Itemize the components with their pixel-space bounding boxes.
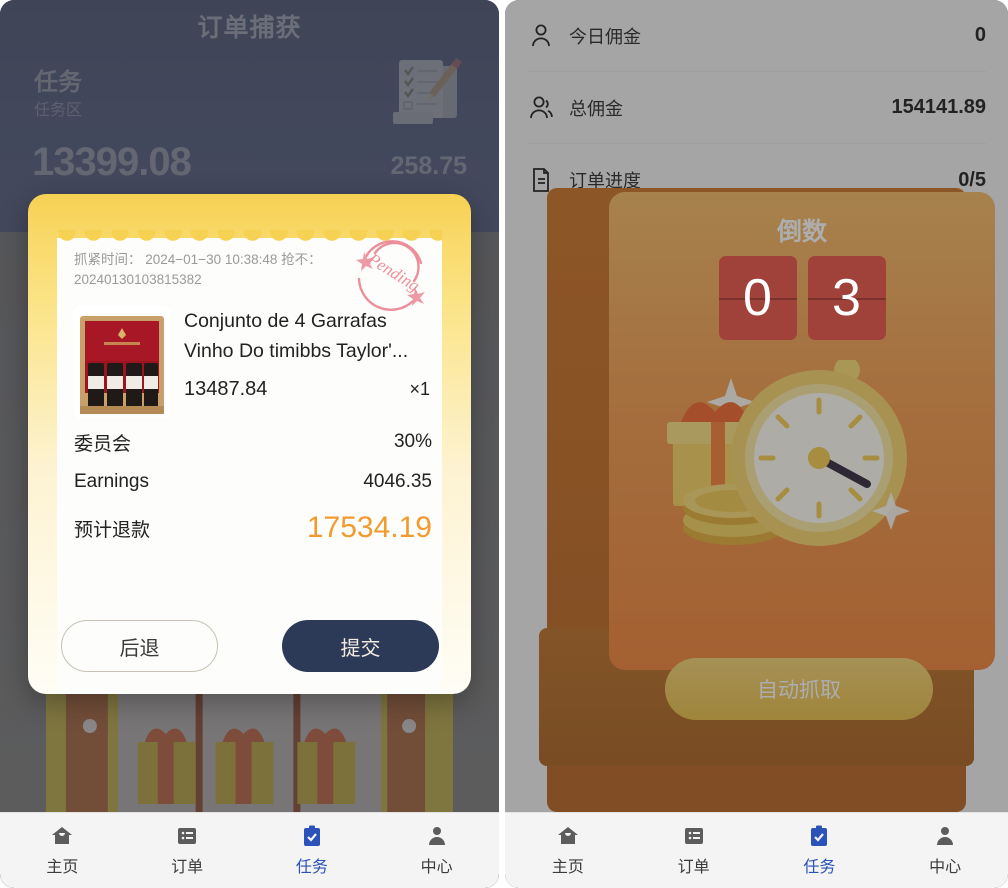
submit-button[interactable]: 提交 — [282, 620, 439, 672]
countdown-digit-2-value: 3 — [832, 269, 861, 327]
nav-item-orders[interactable]: 订单 — [125, 813, 250, 888]
user-icon — [933, 824, 957, 848]
commission-label: 委员会 — [74, 433, 132, 455]
stat-value-today-commission: 0 — [974, 24, 986, 46]
nav-item-tasks[interactable]: 任务 — [250, 813, 375, 888]
stat-label-today-commission: 今日佣金 — [569, 26, 641, 47]
list-icon — [682, 824, 706, 848]
product-name: Conjunto de 4 Garrafas Vinho Do timibbs … — [184, 310, 409, 362]
auto-grab-button[interactable]: 自动抓取 — [665, 658, 933, 720]
stopwatch-gift-coins-icon — [659, 357, 949, 560]
stat-value-total-commission: 154141.89 — [891, 96, 986, 118]
nav-item-center-right[interactable]: 中心 — [882, 813, 1008, 888]
nav-item-home[interactable]: 主页 — [0, 813, 125, 888]
countdown-title: 倒数 — [776, 218, 827, 246]
bottom-nav-left: 主页 订单 任务 中心 — [0, 812, 499, 888]
nav-item-home-right[interactable]: 主页 — [505, 813, 631, 888]
countdown-digit-1-value: 0 — [743, 269, 772, 327]
countdown-digit-2: 3 — [807, 256, 886, 340]
summary-row-commission: 委员会 30% — [74, 422, 432, 462]
clipboard-check-icon — [807, 824, 831, 848]
bottom-nav-right: 主页 订单 任务 中心 — [505, 812, 1008, 888]
product-price: 13487.84 — [184, 378, 268, 400]
nav-label-orders-right: 订单 — [677, 859, 710, 876]
countdown-card: 倒数 0 3 — [609, 192, 995, 670]
refund-label: 预计退款 — [74, 519, 151, 541]
earnings-value: 4046.35 — [363, 471, 432, 492]
nav-label-tasks-right: 任务 — [803, 859, 836, 876]
left-phone-panel: 订单捕获 任务 任务区 13399.08 258.75 — [0, 0, 499, 888]
svg-text:Pending: Pending — [364, 249, 423, 296]
nav-item-tasks-right[interactable]: 任务 — [757, 813, 883, 888]
list-icon — [175, 824, 199, 848]
refund-value: 17534.19 — [306, 511, 432, 544]
countdown-digits: 0 3 — [609, 256, 995, 340]
product-quantity: ×1 — [409, 379, 430, 399]
people-icon — [527, 94, 555, 122]
summary-row-earnings: Earnings 4046.35 — [74, 462, 432, 502]
summary-rows: 委员会 30% Earnings 4046.35 预计退款 17534.19 — [74, 422, 432, 554]
person-icon — [527, 22, 555, 50]
nav-label-center-right: 中心 — [929, 859, 962, 876]
home-icon — [50, 824, 74, 848]
app-screenshot: 订单捕获 任务 任务区 13399.08 258.75 — [0, 0, 1008, 888]
summary-row-refund: 预计退款 17534.19 — [74, 502, 432, 554]
countdown-digit-1: 0 — [718, 256, 797, 340]
user-icon — [425, 824, 449, 848]
stat-label-total-commission: 总佣金 — [569, 98, 623, 119]
back-button[interactable]: 后退 — [61, 620, 218, 672]
stats-list: 今日佣金 0 总佣金 154141.89 订单进度 0/5 — [527, 0, 986, 216]
treasure-chest-right: 倒数 0 3 自动抓取 — [539, 188, 995, 812]
stat-row-total-commission[interactable]: 总佣金 154141.89 — [527, 72, 986, 144]
nav-label-orders: 订单 — [171, 859, 204, 876]
nav-item-orders-right[interactable]: 订单 — [631, 813, 757, 888]
commission-value: 30% — [393, 431, 432, 452]
home-icon — [556, 824, 580, 848]
product-block: Conjunto de 4 Garrafas Vinho Do timibbs … — [74, 306, 430, 418]
product-image — [74, 306, 170, 418]
nav-item-center[interactable]: 中心 — [374, 813, 499, 888]
right-phone-panel: 今日佣金 0 总佣金 154141.89 订单进度 0/5 倒数 0 3 自动抓… — [505, 0, 1008, 888]
nav-label-home: 主页 — [46, 859, 79, 876]
nav-label-tasks: 任务 — [295, 859, 328, 876]
clipboard-check-icon — [300, 824, 324, 848]
stat-value-order-progress: 0/5 — [958, 168, 986, 191]
nav-label-home-right: 主页 — [551, 859, 584, 876]
stat-row-today-commission[interactable]: 今日佣金 0 — [527, 0, 986, 72]
nav-label-center: 中心 — [420, 859, 453, 876]
modal-actions: 后退 提交 — [61, 620, 439, 672]
earnings-label: Earnings — [74, 471, 149, 492]
order-detail-modal: 抓紧时间： 2024−01−30 10:38:48 抢不： 2024013010… — [28, 194, 471, 694]
